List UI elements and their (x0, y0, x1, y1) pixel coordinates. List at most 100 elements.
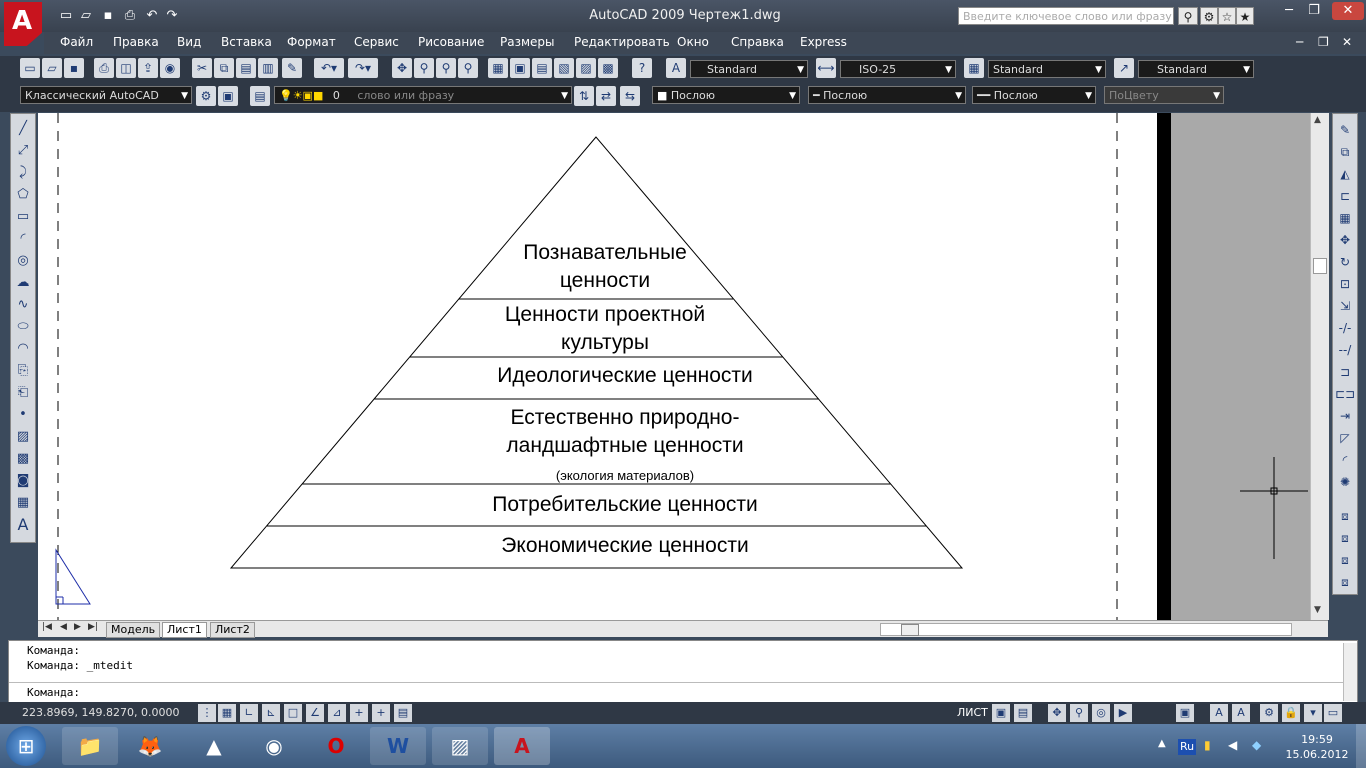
circle-icon[interactable]: ◎ (11, 250, 35, 271)
help-icon[interactable]: ? (632, 58, 652, 78)
workspace-settings-icon[interactable]: ⚙ (196, 86, 216, 106)
cut-icon[interactable]: ✂ (192, 58, 212, 78)
qnew-icon[interactable]: ▭ (20, 58, 40, 78)
firefox-taskbar-icon[interactable]: 🦊 (122, 727, 178, 765)
pyramid-level-economic[interactable]: Экономические ценности (425, 532, 825, 560)
table-style-icon[interactable]: ▦ (964, 58, 984, 78)
offset-icon[interactable]: ⊏ (1333, 186, 1357, 207)
tab-model[interactable]: Модель (106, 622, 161, 638)
menu-express[interactable]: Express (800, 35, 847, 49)
command-scrollbar[interactable] (1343, 643, 1357, 701)
revcloud-icon[interactable]: ☁ (11, 272, 35, 293)
draworder-above-icon[interactable]: ⧈ (1333, 550, 1357, 571)
fillet-icon[interactable]: ◜ (1333, 450, 1357, 471)
maximize-viewport-icon[interactable]: ▣ (1176, 704, 1194, 722)
chrome-taskbar-icon[interactable]: ◉ (246, 727, 302, 765)
design-center-icon[interactable]: ▣ (510, 58, 530, 78)
pyramid-level-ideological[interactable]: Идеологические ценности (425, 362, 825, 390)
undo-icon[interactable]: ↶ (144, 8, 160, 24)
erase-icon[interactable]: ✎ (1333, 120, 1357, 141)
region-icon[interactable]: ◙ (11, 470, 35, 491)
save-toolbar-icon[interactable]: ▪ (64, 58, 84, 78)
zoom-previous-icon[interactable]: ⚲ (458, 58, 478, 78)
menu-window[interactable]: Окно (677, 35, 709, 49)
maximize-window-button[interactable]: ❐ (1303, 2, 1325, 20)
print-icon[interactable]: ⎙ (122, 8, 138, 24)
polygon-icon[interactable]: ⬠ (11, 184, 35, 205)
search-icon[interactable]: ⚲ (1178, 7, 1198, 25)
menu-file[interactable]: Файл (60, 35, 93, 49)
zoom-status-icon[interactable]: ⚲ (1070, 704, 1088, 722)
tab-next-icon[interactable]: ▶ (74, 622, 81, 632)
autocad-logo[interactable]: A (4, 2, 42, 46)
horizontal-scrollbar[interactable] (880, 623, 1292, 636)
insert-block-icon[interactable]: ⎘ (11, 360, 35, 381)
menu-draw[interactable]: Рисование (418, 35, 484, 49)
tool-palettes-icon[interactable]: ▤ (532, 58, 552, 78)
linetype-select[interactable]: ━ Послою ▼ (808, 86, 966, 104)
array-icon[interactable]: ▦ (1333, 208, 1357, 229)
text-style-icon[interactable]: A (666, 58, 686, 78)
draworder-front-icon[interactable]: ⧈ (1333, 506, 1357, 527)
quick-view-layouts-icon[interactable]: ▣ (992, 704, 1010, 722)
doc-minimize-icon[interactable]: ─ (1296, 35, 1303, 49)
draworder-under-icon[interactable]: ⧈ (1333, 572, 1357, 593)
plot-icon[interactable]: ⎙ (94, 58, 114, 78)
publish-icon[interactable]: ⇪ (138, 58, 158, 78)
menu-modify[interactable]: Редактировать (574, 35, 670, 49)
polar-tracking-icon[interactable]: ⊾ (262, 704, 280, 722)
break-icon[interactable]: ⊏⊐ (1333, 384, 1357, 405)
volume-icon[interactable]: ◀ (1228, 738, 1237, 752)
tab-first-icon[interactable]: |◀ (42, 622, 52, 632)
zoom-realtime-icon[interactable]: ⚲ (414, 58, 434, 78)
scroll-down-icon[interactable]: ▼ (1314, 605, 1321, 615)
save-icon[interactable]: ▪ (100, 8, 116, 24)
workspace-select[interactable]: Классический AutoCAD ▼ (20, 86, 192, 104)
quick-view-drawings-icon[interactable]: ▤ (1014, 704, 1032, 722)
make-current-layer-icon[interactable]: ⇅ (574, 86, 594, 106)
showmotion-icon[interactable]: ▶ (1114, 704, 1132, 722)
vertical-scrollbar[interactable]: ▲ ▼ (1310, 113, 1329, 620)
construction-line-icon[interactable]: ⤢ (11, 140, 35, 161)
pyramid-level-natural-landscape[interactable]: Естественно природно-ландшафтные ценност… (425, 404, 825, 488)
pyramid-level-cognitive[interactable]: Познавательные ценности (455, 239, 755, 295)
dynamic-ucs-icon[interactable]: ⊿ (328, 704, 346, 722)
annotation-scale-icon[interactable]: A (1210, 704, 1228, 722)
ortho-mode-icon[interactable]: ∟ (240, 704, 258, 722)
arc-icon[interactable]: ◜ (11, 228, 35, 249)
explorer-taskbar-icon[interactable]: 📁 (62, 727, 118, 765)
word-taskbar-icon[interactable]: W (370, 727, 426, 765)
plot-preview-icon[interactable]: ◫ (116, 58, 136, 78)
mleader-style-select[interactable]: Standard ▼ (1138, 60, 1254, 78)
object-snap-icon[interactable]: □ (284, 704, 302, 722)
layer-previous-icon[interactable]: ⇄ (596, 86, 616, 106)
markup-icon[interactable]: ▨ (576, 58, 596, 78)
tab-prev-icon[interactable]: ◀ (60, 622, 67, 632)
system-clock[interactable]: 19:59 15.06.2012 (1284, 732, 1350, 762)
menu-edit[interactable]: Правка (113, 35, 159, 49)
favorites-star-icon[interactable]: ★ (1236, 7, 1254, 25)
menu-help[interactable]: Справка (731, 35, 784, 49)
undo-toolbar-icon[interactable]: ↶▾ (314, 58, 344, 78)
move-icon[interactable]: ✥ (1333, 230, 1357, 251)
paste-icon[interactable]: ▤ (236, 58, 256, 78)
paste-block-icon[interactable]: ▥ (258, 58, 278, 78)
3d-dwf-icon[interactable]: ◉ (160, 58, 180, 78)
menu-insert[interactable]: Вставка (221, 35, 272, 49)
show-desktop-button[interactable] (1356, 724, 1366, 768)
open-icon[interactable]: ▱ (42, 58, 62, 78)
gradient-icon[interactable]: ▩ (11, 448, 35, 469)
quick-properties-icon[interactable]: ▤ (394, 704, 412, 722)
plotstyle-select[interactable]: ПоЦвету ▼ (1104, 86, 1224, 104)
doc-restore-icon[interactable]: ❐ (1318, 35, 1329, 49)
hatch-icon[interactable]: ▨ (11, 426, 35, 447)
join-icon[interactable]: ⇥ (1333, 406, 1357, 427)
language-indicator[interactable]: Ru (1178, 739, 1196, 755)
network-icon[interactable]: ▮ (1204, 738, 1211, 752)
table-style-select[interactable]: Standard ▼ (988, 60, 1106, 78)
dropbox-icon[interactable]: ◆ (1252, 738, 1261, 752)
sheet-set-icon[interactable]: ▧ (554, 58, 574, 78)
polyline-icon[interactable]: ⤸ (11, 162, 35, 183)
pan-icon[interactable]: ✥ (392, 58, 412, 78)
search-input[interactable]: Введите ключевое слово или фразу (958, 7, 1174, 25)
